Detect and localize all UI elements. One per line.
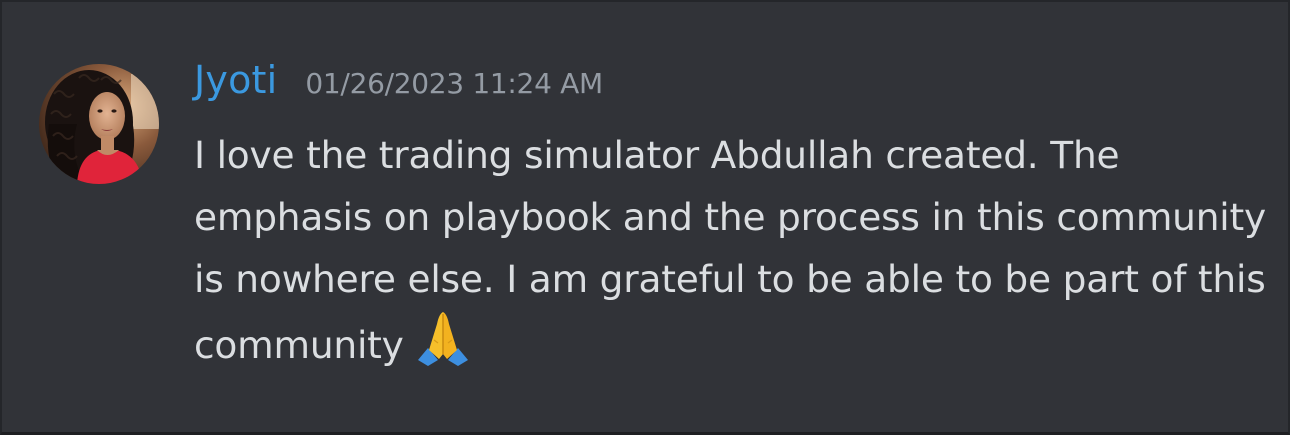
message-text: I love the trading simulator Abdullah cr… (194, 133, 1266, 367)
avatar[interactable] (39, 64, 159, 184)
message-body: I love the trading simulator Abdullah cr… (194, 124, 1269, 384)
user-avatar-image (39, 64, 159, 184)
chat-message-container: Jyoti 01/26/2023 11:24 AM I love the tra… (0, 0, 1290, 435)
folded-hands-icon (414, 310, 472, 384)
message-header: Jyoti 01/26/2023 11:24 AM (194, 58, 1274, 120)
message-timestamp: 01/26/2023 11:24 AM (305, 67, 603, 100)
author-name[interactable]: Jyoti (194, 58, 277, 102)
message-content: Jyoti 01/26/2023 11:24 AM I love the tra… (194, 58, 1274, 384)
